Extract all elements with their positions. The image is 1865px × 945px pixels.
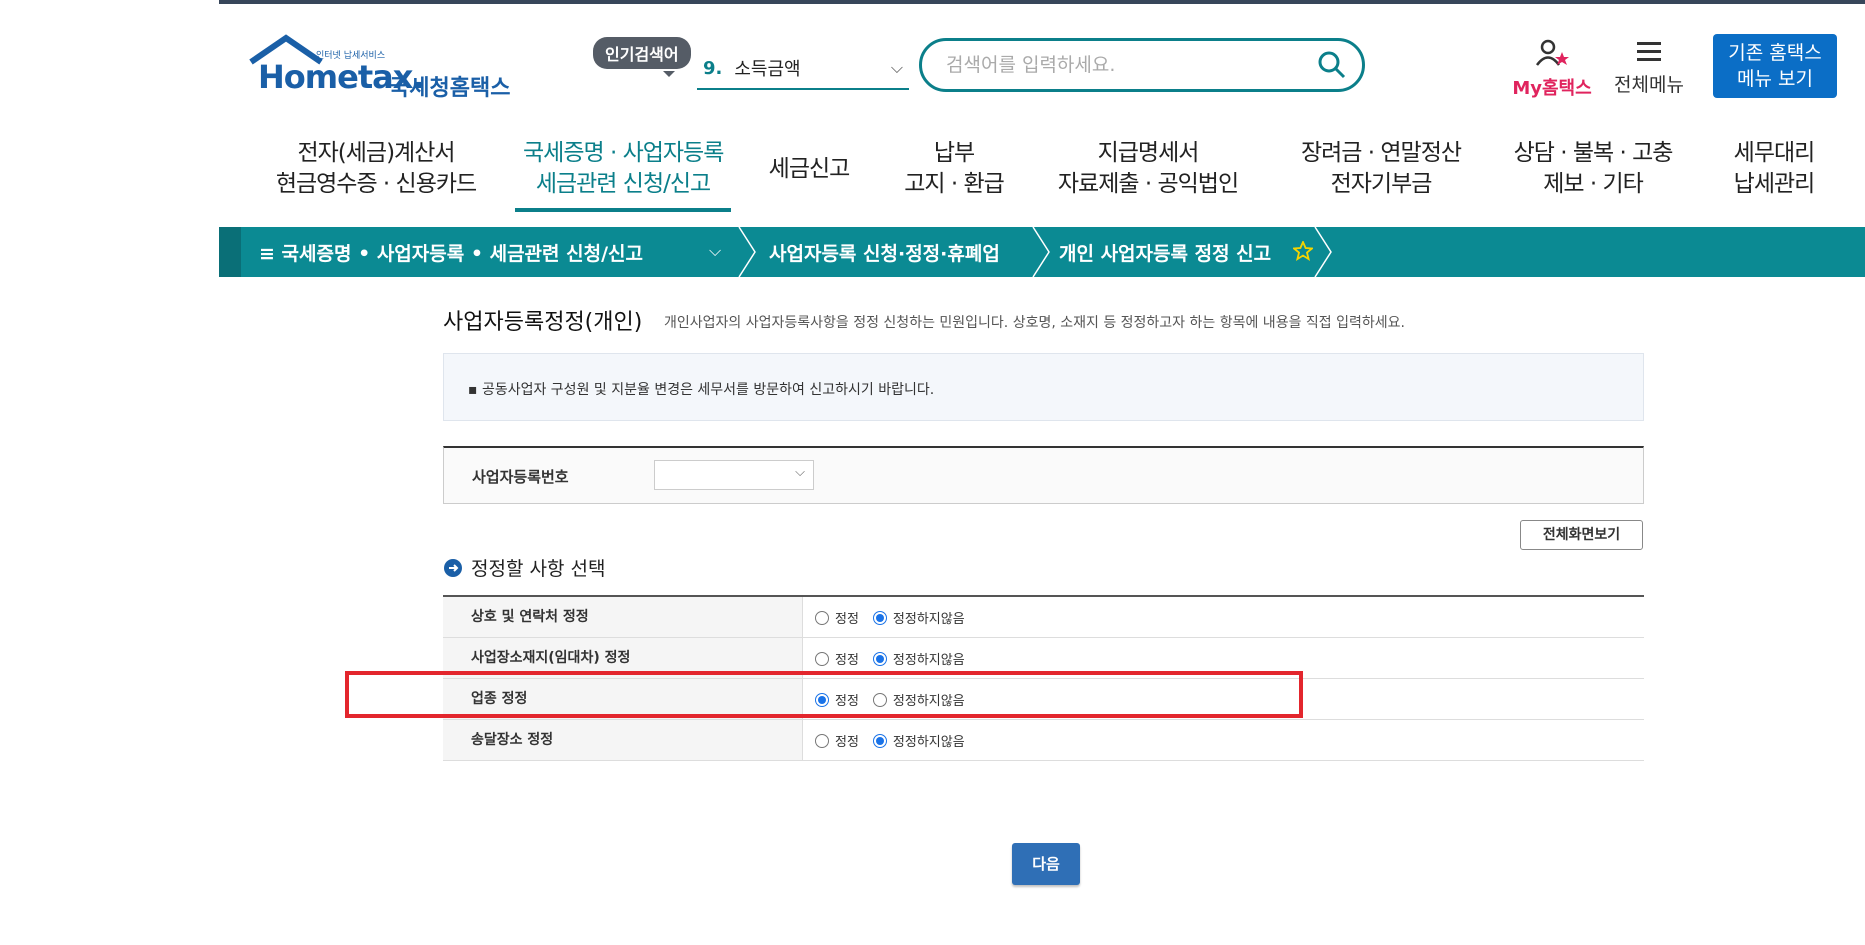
- old-menu-line1: 기존 홈택스: [1728, 42, 1822, 64]
- nav-line2: 현금영수증 · 신용카드: [275, 171, 477, 197]
- nav-line2: 제보 · 기타: [1543, 171, 1644, 197]
- radio-label: 정정하지않음: [892, 612, 965, 627]
- radio-correct[interactable]: 정정: [815, 731, 859, 750]
- nav-item-payment[interactable]: 납부 고지 · 환급: [889, 138, 1019, 200]
- hamburger-icon: [1637, 42, 1661, 61]
- nav-line1: 지급명세서: [1097, 140, 1200, 166]
- user-star-icon: [1535, 39, 1569, 66]
- notice-text: ▪ 공동사업자 구성원 및 지분율 변경은 세무서를 방문하여 신고하시기 바랍…: [468, 382, 935, 398]
- business-number-box: 사업자등록번호 ⌵: [443, 446, 1644, 504]
- nav-line1: 국세증명 · 사업자등록: [523, 140, 724, 166]
- radio-correct[interactable]: 정정: [815, 608, 859, 627]
- nav-item-consult[interactable]: 상담 · 불복 · 고충 제보 · 기타: [1505, 138, 1681, 200]
- breadcrumb-level2[interactable]: 사업자등록 신청·정정·휴폐업: [769, 239, 1000, 266]
- nav-line1: 장려금 · 연말정산: [1300, 140, 1462, 166]
- breadcrumb-separator-icon: [738, 227, 756, 277]
- chevron-down-icon[interactable]: ⌵: [709, 241, 721, 261]
- row-label: 상호 및 연락처 정정: [443, 597, 803, 637]
- nav-line1: 세무대리: [1733, 140, 1816, 166]
- chevron-down-icon: ⌵: [795, 465, 805, 480]
- radio-label: 정정: [835, 653, 859, 668]
- radio-circle[interactable]: [872, 651, 887, 666]
- all-menu-button[interactable]: 전체메뉴: [1609, 40, 1689, 97]
- popular-search-badge: 인기검색어: [593, 37, 691, 77]
- nav-line1: 전자(세금)계산서: [297, 140, 455, 166]
- my-hometax-button[interactable]: My홈택스: [1507, 38, 1597, 100]
- radio-correct[interactable]: 정정: [815, 649, 859, 668]
- breadcrumb-edge: [219, 227, 241, 277]
- nav-line2: 납세관리: [1733, 171, 1816, 197]
- radio-label: 정정: [835, 735, 859, 750]
- my-hometax-label: My홈택스: [1512, 78, 1592, 99]
- breadcrumb: ≡ 국세증명 • 사업자등록 • 세금관련 신청/신고 ⌵ 사업자등록 신청·정…: [219, 227, 1865, 277]
- chevron-down-icon: ⌵: [890, 58, 903, 77]
- radio-circle[interactable]: [872, 610, 887, 625]
- breadcrumb-level3[interactable]: 개인 사업자등록 정정 신고: [1059, 239, 1271, 266]
- nav-line2: 세금관련 신청/신고: [535, 171, 711, 197]
- page-title: 사업자등록정정(개인): [443, 310, 643, 335]
- nav-line2: 고지 · 환급: [904, 171, 1005, 197]
- search-box: [919, 38, 1365, 92]
- table-row: 송달장소 정정 정정 정정하지않음: [443, 720, 1644, 761]
- next-button[interactable]: 다음: [1012, 843, 1080, 885]
- popular-term: 소득금액: [734, 59, 801, 80]
- search-input[interactable]: [944, 53, 1318, 77]
- radio-no-correct[interactable]: 정정하지않음: [872, 731, 965, 750]
- radio-circle[interactable]: [815, 651, 829, 666]
- fullscreen-button[interactable]: 전체화면보기: [1520, 520, 1643, 550]
- notice-box: ▪ 공동사업자 구성원 및 지분율 변경은 세무서를 방문하여 신고하시기 바랍…: [443, 353, 1644, 421]
- nav-line1: 상담 · 불복 · 고충: [1513, 140, 1674, 166]
- notice-message: 공동사업자 구성원 및 지분율 변경은 세무서를 방문하여 신고하시기 바랍니다…: [481, 382, 935, 398]
- nav-line1: 납부: [933, 140, 975, 166]
- breadcrumb-separator-icon: [1032, 227, 1050, 277]
- row-label: 송달장소 정정: [443, 720, 803, 760]
- old-menu-button[interactable]: 기존 홈택스 메뉴 보기: [1713, 34, 1837, 98]
- business-number-select[interactable]: ⌵: [654, 460, 814, 490]
- hometax-logo[interactable]: 인터넷 납세서비스 Hometax. 국세청홈택스: [246, 34, 510, 104]
- nav-item-certificate[interactable]: 국세증명 · 사업자등록 세금관련 신청/신고: [515, 138, 731, 212]
- nav-line1: 세금신고: [768, 156, 851, 182]
- radio-no-correct[interactable]: 정정하지않음: [872, 649, 965, 668]
- popular-search-select[interactable]: 9. 소득금액 ⌵: [697, 48, 909, 90]
- highlight-box: [345, 671, 1303, 718]
- radio-circle[interactable]: [815, 733, 829, 748]
- main-nav: 전자(세금)계산서 현금영수증 · 신용카드 국세증명 · 사업자등록 세금관련…: [219, 138, 1865, 218]
- page-subtitle: 개인사업자의 사업자등록사항을 정정 신청하는 민원입니다. 상호명, 소재지 …: [664, 315, 1405, 331]
- breadcrumb-menu[interactable]: ≡ 국세증명 • 사업자등록 • 세금관련 신청/신고: [259, 239, 643, 266]
- nav-line2: 전자기부금: [1330, 171, 1433, 197]
- radio-label: 정정하지않음: [892, 735, 965, 750]
- section-title: 정정할 사항 선택: [443, 554, 605, 581]
- star-icon[interactable]: [1293, 241, 1313, 261]
- radio-circle[interactable]: [872, 733, 887, 748]
- nav-item-tax-report[interactable]: 세금신고: [759, 154, 859, 185]
- nav-item-statements[interactable]: 지급명세서 자료제출 · 공익법인: [1051, 138, 1245, 200]
- table-row: 상호 및 연락처 정정 정정 정정하지않음: [443, 597, 1644, 638]
- radio-circle[interactable]: [815, 610, 829, 625]
- nav-item-incentives[interactable]: 장려금 · 연말정산 전자기부금: [1289, 138, 1473, 200]
- header: 인터넷 납세서비스 Hometax. 국세청홈택스 인기검색어 9. 소득금액 …: [219, 4, 1865, 104]
- radio-no-correct[interactable]: 정정하지않음: [872, 608, 965, 627]
- breadcrumb-separator-icon: [1314, 227, 1332, 277]
- nav-item-einvoice[interactable]: 전자(세금)계산서 현금영수증 · 신용카드: [271, 138, 481, 200]
- arrow-circle-icon: [444, 558, 462, 577]
- nav-line2: 자료제출 · 공익법인: [1057, 171, 1239, 197]
- all-menu-label: 전체메뉴: [1614, 74, 1684, 96]
- business-number-label: 사업자등록번호: [472, 468, 569, 486]
- radio-label: 정정: [835, 612, 859, 627]
- popular-rank: 9.: [703, 57, 723, 79]
- section-title-text: 정정할 사항 선택: [471, 558, 606, 580]
- logo-korean: 국세청홈택스: [389, 76, 511, 101]
- old-menu-line2: 메뉴 보기: [1737, 68, 1813, 90]
- radio-label: 정정하지않음: [892, 653, 965, 668]
- search-icon[interactable]: [1316, 49, 1348, 81]
- nav-item-agent[interactable]: 세무대리 납세관리: [1719, 138, 1829, 200]
